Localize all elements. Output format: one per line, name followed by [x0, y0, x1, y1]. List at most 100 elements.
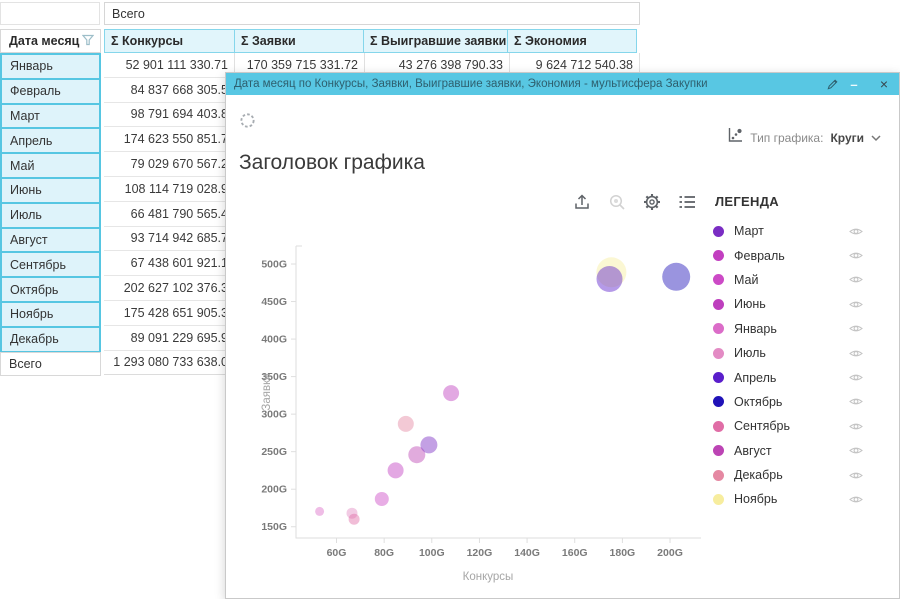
- value-column-headers: Σ Конкурсы Σ Заявки Σ Выигравшие заявки …: [104, 29, 637, 53]
- chart-type-value: Круги: [830, 131, 864, 145]
- visibility-eye-icon[interactable]: [849, 396, 863, 407]
- legend-item-label: Январь: [734, 322, 849, 336]
- legend-item[interactable]: Январь: [713, 317, 863, 341]
- month-row-label: Декабрь: [2, 328, 99, 353]
- cell-konkursy: 175 428 651 905.3: [104, 301, 235, 326]
- column-header-konkursy[interactable]: Σ Конкурсы: [104, 29, 235, 53]
- legend-color-dot: [713, 226, 724, 237]
- legend-item[interactable]: Декабрь: [713, 463, 863, 487]
- legend-item[interactable]: Октябрь: [713, 390, 863, 414]
- legend-item[interactable]: Май: [713, 268, 863, 292]
- export-icon[interactable]: [573, 193, 591, 211]
- visibility-eye-icon[interactable]: [849, 323, 863, 334]
- bubble-Декабрь[interactable]: [398, 416, 414, 432]
- legend-item-label: Июнь: [734, 297, 849, 311]
- column-header-vyigravshie[interactable]: Σ Выигравшие заявки: [363, 29, 508, 53]
- legend-item[interactable]: Ноябрь: [713, 487, 863, 511]
- y-tick-label: 200G: [261, 484, 287, 496]
- bubble-Май[interactable]: [375, 492, 389, 506]
- x-tick-label: 120G: [467, 547, 493, 559]
- x-tick-label: 60G: [327, 547, 347, 559]
- legend-list-icon[interactable]: [678, 193, 696, 211]
- legend-item-label: Июль: [734, 346, 849, 360]
- legend-item[interactable]: Апрель: [713, 365, 863, 389]
- month-row-label: Ноябрь: [2, 303, 99, 328]
- settings-gear-icon[interactable]: [643, 193, 661, 211]
- legend-item-label: Февраль: [734, 249, 849, 263]
- cell-konkursy: 108 114 719 028.9: [104, 177, 235, 202]
- column-header-month-label: Дата месяц: [9, 34, 79, 48]
- chart-dialog: Дата месяц по Конкурсы, Заявки, Выигравш…: [225, 72, 900, 599]
- y-tick-label: 500G: [261, 259, 287, 271]
- minimize-button[interactable]: –: [839, 73, 869, 95]
- visibility-eye-icon[interactable]: [849, 274, 863, 285]
- cell-konkursy: 66 481 790 565.4: [104, 202, 235, 227]
- legend-item[interactable]: Август: [713, 439, 863, 463]
- cell-konkursy: 202 627 102 376.3: [104, 276, 235, 301]
- bubble-Март[interactable]: [420, 436, 437, 453]
- month-row-label: Январь: [2, 55, 99, 80]
- month-row-label: Август: [2, 229, 99, 254]
- filter-icon[interactable]: [82, 34, 94, 49]
- bubble-Апрель[interactable]: [597, 266, 623, 292]
- zoom-icon[interactable]: [608, 193, 626, 211]
- month-row-label: Сентябрь: [2, 253, 99, 278]
- cell-konkursy: 52 901 111 330.71: [104, 53, 235, 78]
- legend-item[interactable]: Июнь: [713, 292, 863, 316]
- y-axis-title: Заявки: [261, 373, 273, 410]
- visibility-eye-icon[interactable]: [849, 372, 863, 383]
- legend-item-label: Март: [734, 224, 849, 238]
- dialog-titlebar[interactable]: Дата месяц по Конкурсы, Заявки, Выигравш…: [226, 73, 899, 95]
- y-tick-label: 250G: [261, 446, 287, 458]
- legend-item-label: Октябрь: [734, 395, 849, 409]
- visibility-eye-icon[interactable]: [849, 299, 863, 310]
- y-tick-label: 150G: [261, 521, 287, 533]
- legend-item[interactable]: Июль: [713, 341, 863, 365]
- x-tick-label: 180G: [610, 547, 636, 559]
- visibility-eye-icon[interactable]: [849, 470, 863, 481]
- visibility-eye-icon[interactable]: [849, 445, 863, 456]
- legend-item[interactable]: Сентябрь: [713, 414, 863, 438]
- chart-type-selector[interactable]: Тип графика: Круги: [727, 127, 881, 148]
- dialog-title: Дата месяц по Конкурсы, Заявки, Выигравш…: [226, 78, 820, 90]
- bubble-Февраль[interactable]: [388, 462, 404, 478]
- legend-color-dot: [713, 299, 724, 310]
- bubble-Январь[interactable]: [315, 507, 324, 516]
- table-top-total-cell: Всего: [104, 2, 640, 25]
- screen: Всего Дата месяц Σ Конкурсы Σ Заявки Σ В…: [0, 0, 900, 599]
- column-header-zayavki[interactable]: Σ Заявки: [234, 29, 364, 53]
- cell-konkursy: 1 293 080 733 638.0: [104, 351, 235, 376]
- visibility-eye-icon[interactable]: [849, 348, 863, 359]
- legend-list: Март Февраль Май Июнь Январь Июль Апрель Октябр…: [713, 219, 863, 512]
- cell-konkursy: 89 091 229 695.9: [104, 326, 235, 351]
- chart-toolbar: [573, 193, 696, 211]
- bubble-Июнь[interactable]: [443, 385, 459, 401]
- edit-title-icon[interactable]: [826, 78, 839, 91]
- visibility-eye-icon[interactable]: [849, 250, 863, 261]
- column-header-ekonomiya[interactable]: Σ Экономия: [507, 29, 637, 53]
- legend-color-dot: [713, 372, 724, 383]
- visibility-eye-icon[interactable]: [849, 494, 863, 505]
- x-tick-label: 200G: [657, 547, 683, 559]
- legend-color-dot: [713, 250, 724, 261]
- y-tick-label: 350G: [261, 371, 287, 383]
- x-tick-label: 160G: [562, 547, 588, 559]
- chart-type-label: Тип графика:: [750, 131, 823, 145]
- table-bottom-total-cell: Всего: [0, 352, 101, 376]
- legend-item[interactable]: Февраль: [713, 243, 863, 267]
- month-row-label: Май: [2, 154, 99, 179]
- cell-konkursy: 84 837 668 305.5: [104, 78, 235, 103]
- visibility-eye-icon[interactable]: [849, 421, 863, 432]
- legend-header: ЛЕГЕНДА: [715, 194, 779, 209]
- column-header-month[interactable]: Дата месяц: [0, 29, 101, 53]
- x-tick-label: 100G: [419, 547, 445, 559]
- visibility-eye-icon[interactable]: [849, 226, 863, 237]
- month-row-label: Апрель: [2, 129, 99, 154]
- bubble-Сентябрь[interactable]: [349, 514, 360, 525]
- close-button[interactable]: ×: [869, 73, 899, 95]
- legend-item[interactable]: Март: [713, 219, 863, 243]
- legend-color-dot: [713, 470, 724, 481]
- bubble-Октябрь[interactable]: [662, 263, 690, 291]
- legend-color-dot: [713, 323, 724, 334]
- legend-item-label: Август: [734, 444, 849, 458]
